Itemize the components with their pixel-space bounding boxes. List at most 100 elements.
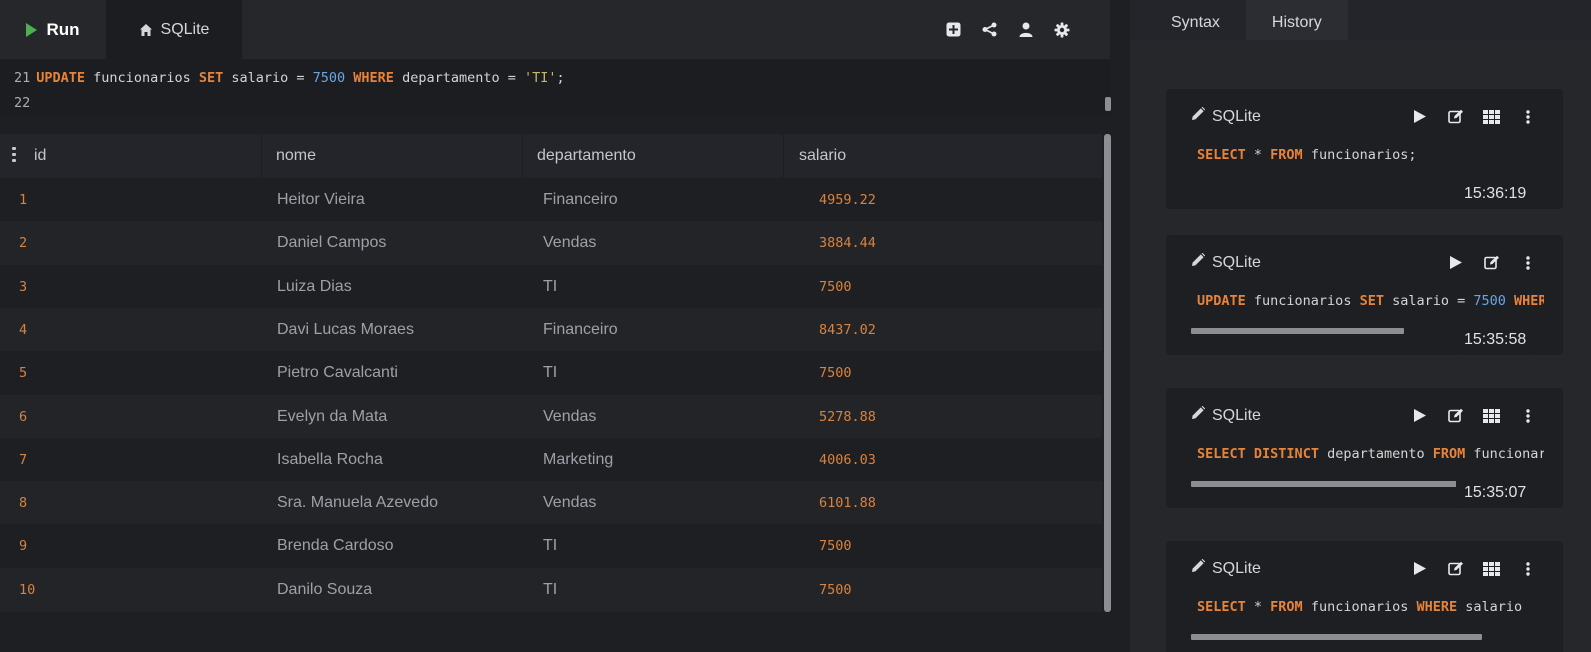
history-item-query[interactable]: SELECT * FROM funcionarios WHERE salario (1197, 596, 1544, 618)
sql-keyword: WHERE (1514, 293, 1544, 309)
results-scrollbar[interactable] (1104, 134, 1111, 612)
sql-keyword: SELECT (1197, 446, 1246, 462)
cell-departamento: Vendas (543, 494, 597, 512)
cell-salario: 6101.88 (819, 495, 876, 512)
user-icon[interactable] (1017, 21, 1034, 38)
sql-keyword: FROM (1270, 147, 1303, 163)
table-row[interactable]: 7 Isabella Rocha Marketing 4006.03 (0, 437, 1102, 482)
line-number: 22 (14, 95, 31, 111)
sql-text: funcionarios (85, 70, 199, 86)
edit-icon[interactable] (1447, 407, 1464, 424)
column-header-salario[interactable]: salario (784, 134, 1102, 178)
table-row[interactable]: 1 Heitor Vieira Financeiro 4959.22 (0, 178, 1102, 222)
history-item-db: SQLite (1212, 406, 1261, 424)
cell-id: 5 (19, 365, 28, 382)
play-icon[interactable] (1411, 407, 1428, 424)
table-row[interactable]: 9 Brenda Cardoso TI 7500 (0, 524, 1102, 569)
history-item-time: 15:35:58 (1456, 323, 1535, 355)
column-menu-icon[interactable] (12, 147, 16, 163)
sql-text: funcionarios (1245, 293, 1360, 309)
tab-syntax-label: Syntax (1171, 14, 1220, 31)
cell-nome: Danilo Souza (277, 580, 373, 598)
tab-history[interactable]: History (1245, 0, 1348, 40)
sql-keyword: DISTINCT (1253, 446, 1319, 462)
history-item[interactable]: SQLite SELECT * FROM funcionarios WHERE s… (1166, 541, 1563, 652)
table-row[interactable]: 2 Daniel Campos Vendas 3884.44 (0, 221, 1102, 266)
table-row[interactable]: 6 Evelyn da Mata Vendas 5278.88 (0, 394, 1102, 439)
cell-id: 9 (19, 538, 28, 555)
history-item-time: 15:35:07 (1456, 476, 1535, 508)
history-item-db: SQLite (1212, 253, 1261, 271)
play-icon[interactable] (1447, 254, 1464, 271)
column-header-departamento[interactable]: departamento (523, 134, 784, 178)
side-tabs: Syntax History (1130, 0, 1591, 40)
sql-keyword: SELECT (1197, 147, 1246, 163)
sql-text: departamento = (393, 70, 524, 86)
history-item-query[interactable]: SELECT * FROM funcionarios; (1197, 144, 1544, 166)
sql-text: departamento (1318, 446, 1433, 462)
history-item-scroll-thumb[interactable] (1191, 481, 1486, 487)
sql-text: funcionarios; (1473, 446, 1544, 462)
gear-icon[interactable] (1053, 21, 1070, 38)
history-item-scrollbar[interactable] (1191, 634, 1546, 640)
cell-id: 2 (19, 235, 28, 252)
sql-text: salario = (223, 70, 313, 86)
column-header-nome[interactable]: nome (262, 134, 523, 178)
history-item-actions (1411, 560, 1536, 577)
table-icon[interactable] (1483, 560, 1500, 577)
cell-salario: 7500 (819, 538, 852, 555)
table-icon[interactable] (1483, 407, 1500, 424)
run-button[interactable]: Run (0, 0, 106, 59)
column-header-id[interactable]: id (0, 134, 262, 178)
history-item-query[interactable]: UPDATE funcionarios SET salario = 7500 W… (1197, 290, 1544, 312)
table-icon[interactable] (1483, 108, 1500, 125)
cell-nome: Isabella Rocha (277, 450, 383, 468)
more-icon[interactable] (1519, 254, 1536, 271)
column-header-label: id (34, 147, 47, 164)
table-row[interactable]: 8 Sra. Manuela Azevedo Vendas 6101.88 (0, 481, 1102, 526)
history-item-scroll-thumb[interactable] (1191, 634, 1483, 640)
plus-square-icon[interactable] (945, 21, 962, 38)
cell-departamento: TI (543, 580, 558, 598)
cell-salario: 8437.02 (819, 321, 876, 338)
play-icon (26, 22, 38, 37)
sql-keyword: SET (198, 70, 224, 86)
cell-nome: Pietro Cavalcanti (277, 364, 398, 382)
sql-keyword: SET (1359, 293, 1384, 309)
sql-keyword: SELECT (1197, 599, 1246, 615)
code-line[interactable]: 22 (14, 92, 36, 114)
sql-keyword: FROM (1432, 446, 1466, 462)
history-item-scroll-thumb[interactable] (1191, 328, 1404, 334)
edit-icon[interactable] (1447, 108, 1464, 125)
tab-syntax[interactable]: Syntax (1130, 0, 1246, 40)
cell-nome: Brenda Cardoso (277, 537, 394, 555)
sql-editor[interactable]: 21 UPDATE funcionarios SET salario = 7500… (0, 59, 1111, 115)
table-row[interactable]: 3 Luiza Dias TI 7500 (0, 264, 1102, 309)
cell-salario: 4006.03 (819, 451, 876, 468)
history-item-header: SQLite (1191, 559, 1261, 578)
play-icon[interactable] (1411, 108, 1428, 125)
cell-id: 6 (19, 408, 28, 425)
tab-sqlite[interactable]: SQLite (106, 0, 242, 59)
edit-icon[interactable] (1447, 560, 1464, 577)
cell-id: 1 (19, 192, 28, 208)
cell-salario: 7500 (819, 365, 852, 382)
code-line[interactable]: 21 UPDATE funcionarios SET salario = 7500… (14, 67, 565, 89)
editor-scrollbar[interactable] (1105, 97, 1111, 111)
sql-text: funcionarios; (1302, 147, 1417, 163)
cell-departamento: TI (543, 537, 558, 555)
history-item-query[interactable]: SELECT DISTINCT departamento FROM funcio… (1197, 443, 1544, 465)
table-row[interactable]: 10 Danilo Souza TI 7500 (0, 567, 1102, 612)
more-icon[interactable] (1519, 108, 1536, 125)
sql-text: ; (556, 70, 565, 86)
play-icon[interactable] (1411, 560, 1428, 577)
more-icon[interactable] (1519, 407, 1536, 424)
history-item-header: SQLite (1191, 107, 1261, 126)
more-icon[interactable] (1519, 560, 1536, 577)
table-row[interactable]: 4 Davi Lucas Moraes Financeiro 8437.02 (0, 307, 1102, 352)
column-header-label: nome (276, 147, 317, 164)
share-icon[interactable] (981, 21, 998, 38)
table-row[interactable]: 5 Pietro Cavalcanti TI 7500 (0, 351, 1102, 396)
edit-icon[interactable] (1483, 254, 1500, 271)
